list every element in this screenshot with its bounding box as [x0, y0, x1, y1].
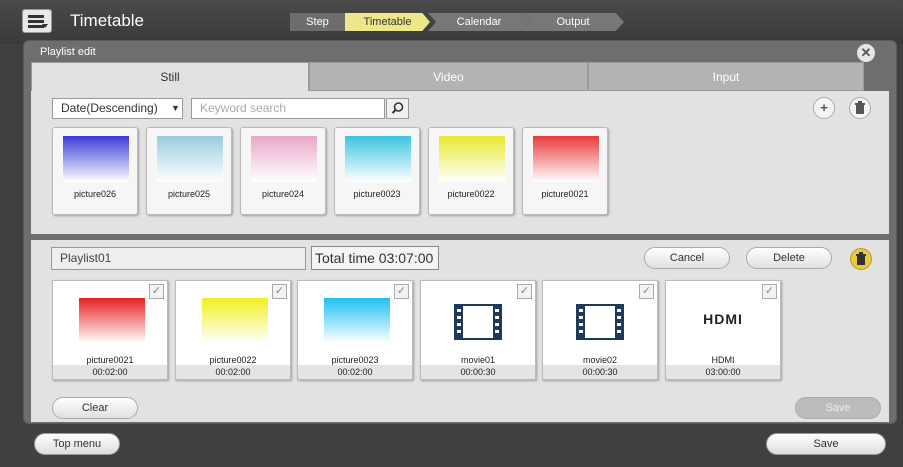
playlist-item-label: movie01: [460, 355, 496, 365]
thumbnail-image: [202, 298, 268, 343]
top-bar: Timetable Step Timetable Calendar Output: [0, 0, 903, 44]
trash-icon[interactable]: [850, 248, 872, 270]
playlist-item-label: picture0021: [86, 355, 134, 365]
library-item[interactable]: picture025: [146, 127, 232, 215]
thumbnail-image: [533, 136, 599, 182]
playlist-item-duration: 00:00:30: [421, 365, 535, 379]
step-label: Step: [290, 13, 345, 31]
thumbnail-image: [439, 136, 505, 182]
step-calendar[interactable]: Calendar: [428, 13, 530, 31]
close-icon[interactable]: ✕: [857, 44, 875, 62]
hdmi-logo: HDMI: [703, 311, 743, 327]
library-item-label: picture0022: [447, 189, 495, 199]
search-button[interactable]: [386, 98, 409, 119]
film-icon: [573, 301, 627, 343]
library-item-label: picture024: [261, 189, 305, 199]
delete-button[interactable]: Delete: [746, 247, 832, 269]
thumbnail-image: [324, 298, 390, 343]
check-icon[interactable]: ✓: [394, 284, 409, 299]
check-icon[interactable]: ✓: [517, 284, 532, 299]
step-output[interactable]: Output: [522, 13, 624, 31]
playlist-item-duration: 00:02:00: [53, 365, 167, 379]
check-icon[interactable]: ✓: [272, 284, 287, 299]
playlist-item[interactable]: ✓ picture0021 00:02:00: [52, 280, 168, 380]
thumbnail-image: [251, 136, 317, 182]
film-icon: [451, 301, 505, 343]
tab-input[interactable]: Input: [588, 62, 864, 91]
search-input[interactable]: Keyword search: [191, 98, 385, 119]
chevron-down-icon[interactable]: ▼: [169, 98, 183, 119]
clear-button[interactable]: Clear: [52, 397, 138, 419]
tab-video[interactable]: Video: [309, 62, 588, 91]
cancel-button[interactable]: Cancel: [644, 247, 730, 269]
playlist-item-duration: 00:02:00: [176, 365, 290, 379]
add-icon[interactable]: +: [813, 97, 835, 119]
source-tabs: Still Video Input: [31, 62, 864, 91]
library-item[interactable]: picture026: [52, 127, 138, 215]
save-button[interactable]: Save: [766, 433, 886, 455]
library-item[interactable]: picture0023: [334, 127, 420, 215]
thumbnail-image: [157, 136, 223, 182]
playlist-area: Playlist01 Total time 03:07:00 Cancel De…: [31, 240, 889, 422]
playlist-item-label: picture0023: [331, 355, 379, 365]
menu-button[interactable]: [22, 9, 52, 33]
thumbnail-image: [79, 298, 145, 343]
step-timetable[interactable]: Timetable: [345, 13, 430, 31]
top-menu-button[interactable]: Top menu: [34, 433, 120, 455]
trash-icon[interactable]: [849, 97, 871, 119]
playlist-item-label: HDMI: [711, 355, 735, 365]
check-icon[interactable]: ✓: [639, 284, 654, 299]
library-item[interactable]: picture0022: [428, 127, 514, 215]
playlist-item-duration: 00:00:30: [543, 365, 657, 379]
search-icon: [391, 102, 404, 114]
playlist-item[interactable]: HDMI ✓ HDMI 03:00:00: [665, 280, 781, 380]
tab-still[interactable]: Still: [31, 62, 309, 91]
library-item-label: picture0023: [353, 189, 401, 199]
playlist-item-label: picture0022: [209, 355, 257, 365]
total-time-display: Total time 03:07:00: [311, 246, 439, 270]
library-item[interactable]: picture024: [240, 127, 326, 215]
check-icon[interactable]: ✓: [149, 284, 164, 299]
playlist-item[interactable]: ✓ picture0022 00:02:00: [175, 280, 291, 380]
playlist-item-duration: 03:00:00: [666, 365, 780, 379]
playlist-item[interactable]: ✓ movie01 00:00:30: [420, 280, 536, 380]
sort-select[interactable]: Date(Descending): [52, 98, 180, 119]
thumbnail-image: [63, 136, 129, 182]
library-item[interactable]: picture0021: [522, 127, 608, 215]
panel-title: Playlist edit: [40, 46, 96, 58]
playlist-item-duration: 00:02:00: [298, 365, 412, 379]
playlist-name-field[interactable]: Playlist01: [51, 247, 306, 270]
chevron-down-icon: [42, 24, 48, 28]
playlist-save-button: Save: [795, 397, 881, 419]
check-icon[interactable]: ✓: [762, 284, 777, 299]
thumbnail-image: [345, 136, 411, 182]
library-item-label: picture025: [167, 189, 211, 199]
playlist-item[interactable]: ✓ movie02 00:00:30: [542, 280, 658, 380]
playlist-item-label: movie02: [582, 355, 618, 365]
library-item-label: picture0021: [541, 189, 589, 199]
page-title: Timetable: [70, 11, 145, 30]
playlist-edit-panel: Playlist edit ✕ Still Video Input Date(D…: [23, 40, 897, 424]
content-library: Date(Descending) ▼ Keyword search + pict…: [31, 91, 889, 234]
playlist-item[interactable]: ✓ picture0023 00:02:00: [297, 280, 413, 380]
library-item-label: picture026: [73, 189, 117, 199]
